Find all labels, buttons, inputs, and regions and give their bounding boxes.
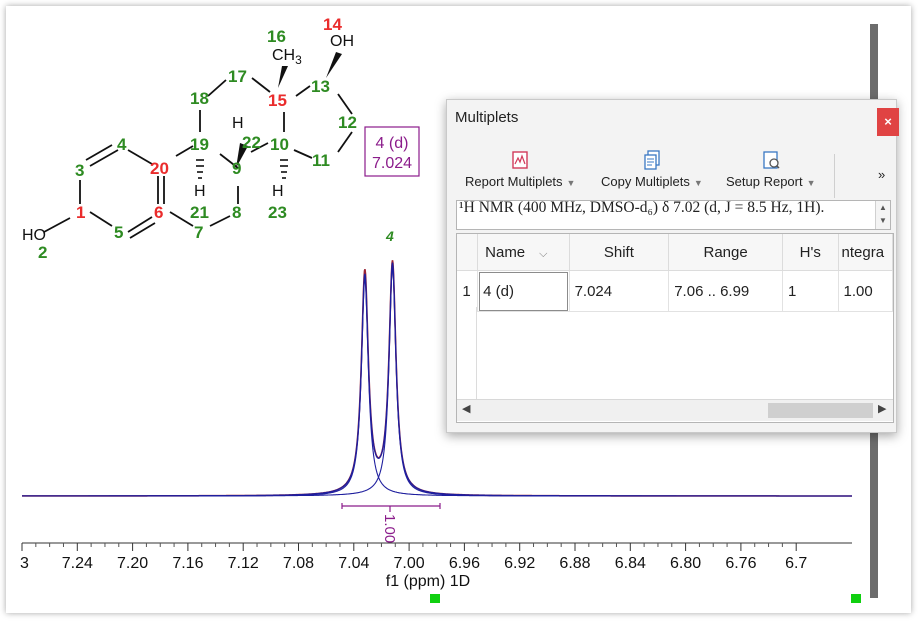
atom-label: 13: [311, 77, 330, 96]
tick-label: 6.76: [725, 555, 756, 572]
tick-label: 6.88: [559, 555, 590, 572]
atom-label: 9: [232, 159, 241, 178]
atom-label: 22: [242, 133, 261, 152]
tick-label: 6.92: [504, 555, 535, 572]
ho-label: HO: [22, 227, 46, 244]
atom-label: 5: [114, 223, 123, 242]
atom-label: 3: [75, 161, 84, 180]
report-text: ¹H NMR (400 MHz, DMSO-d₆) δ 7.02 (d, J =…: [459, 200, 825, 216]
column-header-name[interactable]: Name ⌵: [477, 234, 570, 271]
integral-value: 1.00: [381, 514, 398, 543]
tick-label: 7.12: [228, 555, 259, 572]
report-multiplets-button[interactable]: Report Multiplets ▼: [465, 150, 575, 189]
close-button[interactable]: ×: [877, 108, 899, 136]
column-header-range[interactable]: Range: [668, 234, 783, 271]
table-row[interactable]: 1 4 (d) 7.024 7.06 .. 6.99 1 1.00: [457, 270, 893, 312]
scroll-left-icon[interactable]: ◀: [462, 402, 470, 415]
horizontal-scrollbar[interactable]: ◀ ▶: [457, 399, 893, 421]
tick-label: 7.04: [338, 555, 369, 572]
row-number[interactable]: 1: [457, 270, 479, 312]
atom-label: 16: [267, 27, 286, 46]
atom-label: 14: [323, 15, 342, 34]
atom-label: 18: [190, 89, 209, 108]
setup-report-icon: [763, 151, 780, 169]
table-header-row: Name ⌵ Shift Range H's ntegra: [457, 234, 893, 271]
atom-label: 2: [38, 243, 47, 262]
cell-hs[interactable]: 1: [782, 270, 839, 312]
h-label: H: [272, 183, 284, 200]
axis-label: f1 (ppm) 1D: [386, 573, 470, 590]
atom-label: 12: [338, 113, 357, 132]
column-header-integral[interactable]: ntegra: [838, 234, 893, 271]
tick-label: 6.80: [670, 555, 701, 572]
axis-marker[interactable]: [430, 594, 440, 603]
report-scrollbar[interactable]: ▲ ▼: [875, 201, 890, 229]
multiplets-table: Name ⌵ Shift Range H's ntegra 1 4 (d) 7.0…: [456, 233, 894, 423]
copy-multiplets-icon: [644, 150, 660, 170]
multiplet-marker: 4: [385, 228, 394, 244]
integral-region[interactable]: 1.00: [341, 503, 441, 543]
tick-label: 7.08: [283, 555, 314, 572]
peak-label-shift: 7.024: [372, 155, 412, 172]
scroll-right-icon[interactable]: ▶: [878, 402, 886, 415]
tick-label: 7.24: [62, 555, 93, 572]
atom-label: 11: [312, 151, 330, 170]
atom-label: 10: [270, 135, 289, 154]
atom-label: 21: [190, 203, 209, 222]
report-multiplets-icon: [512, 151, 528, 169]
copy-multiplets-button[interactable]: Copy Multiplets ▼: [601, 150, 703, 189]
column-header-shift[interactable]: Shift: [569, 234, 670, 271]
atom-label: 7: [194, 223, 203, 242]
atom-label: 15: [268, 91, 287, 110]
tick-label: 3: [20, 555, 29, 572]
atom-label: 6: [154, 203, 163, 222]
atom-label: 4: [117, 135, 127, 154]
tick-label: 6.84: [615, 555, 646, 572]
atom-label: 20: [150, 159, 169, 178]
ppm-axis[interactable]: 3 7.24 7.20 7.16 7.12 7.08 7.04 7.00 6.96 6.92 6.8…: [20, 542, 852, 572]
tick-label: 6.7: [785, 555, 807, 572]
cell-integral[interactable]: 1.00: [838, 270, 893, 312]
h-label: H: [194, 183, 206, 200]
tick-label: 7.16: [172, 555, 203, 572]
molecule-structure[interactable]: 1 2 3 4 5 6 7 8 9 10 11 12 13 14 15 16 1…: [22, 15, 357, 262]
cell-shift[interactable]: 7.024: [569, 270, 670, 312]
peak-label-name: 4 (d): [376, 135, 409, 152]
sort-chevron-icon[interactable]: ⌵: [539, 248, 547, 260]
atom-label: 23: [268, 203, 287, 222]
peak-label-box[interactable]: 4 (d) 7.024: [364, 126, 420, 177]
panel-title: Multiplets: [455, 109, 519, 126]
cell-range[interactable]: 7.06 .. 6.99: [668, 270, 783, 312]
atom-label: 19: [190, 135, 209, 154]
row-number-header: [457, 234, 479, 271]
multiplets-panel: Multiplets × Report Multiplets ▼ Copy Mul…: [446, 99, 899, 433]
scrollbar-thumb[interactable]: [768, 403, 873, 418]
report-textbox[interactable]: ¹H NMR (400 MHz, DMSO-d₆) δ 7.02 (d, J =…: [456, 200, 891, 230]
toolbar-separator: [834, 154, 835, 198]
corner-marker[interactable]: [851, 594, 861, 603]
cell-name[interactable]: 4 (d): [477, 270, 570, 312]
column-header-hs[interactable]: H's: [782, 234, 839, 271]
tick-label: 6.96: [449, 555, 480, 572]
ch3-label: CH3: [272, 47, 302, 67]
atom-label: 1: [76, 203, 85, 222]
atom-label: 8: [232, 203, 241, 222]
h-label: H: [232, 115, 244, 132]
tick-label: 7.00: [394, 555, 425, 572]
atom-label: 17: [228, 67, 247, 86]
oh-label: OH: [330, 33, 354, 50]
tick-label: 7.20: [117, 555, 148, 572]
more-tools-button[interactable]: »: [878, 167, 885, 182]
setup-report-button[interactable]: Setup Report ▼: [726, 150, 816, 189]
row-header-area: [457, 307, 477, 399]
